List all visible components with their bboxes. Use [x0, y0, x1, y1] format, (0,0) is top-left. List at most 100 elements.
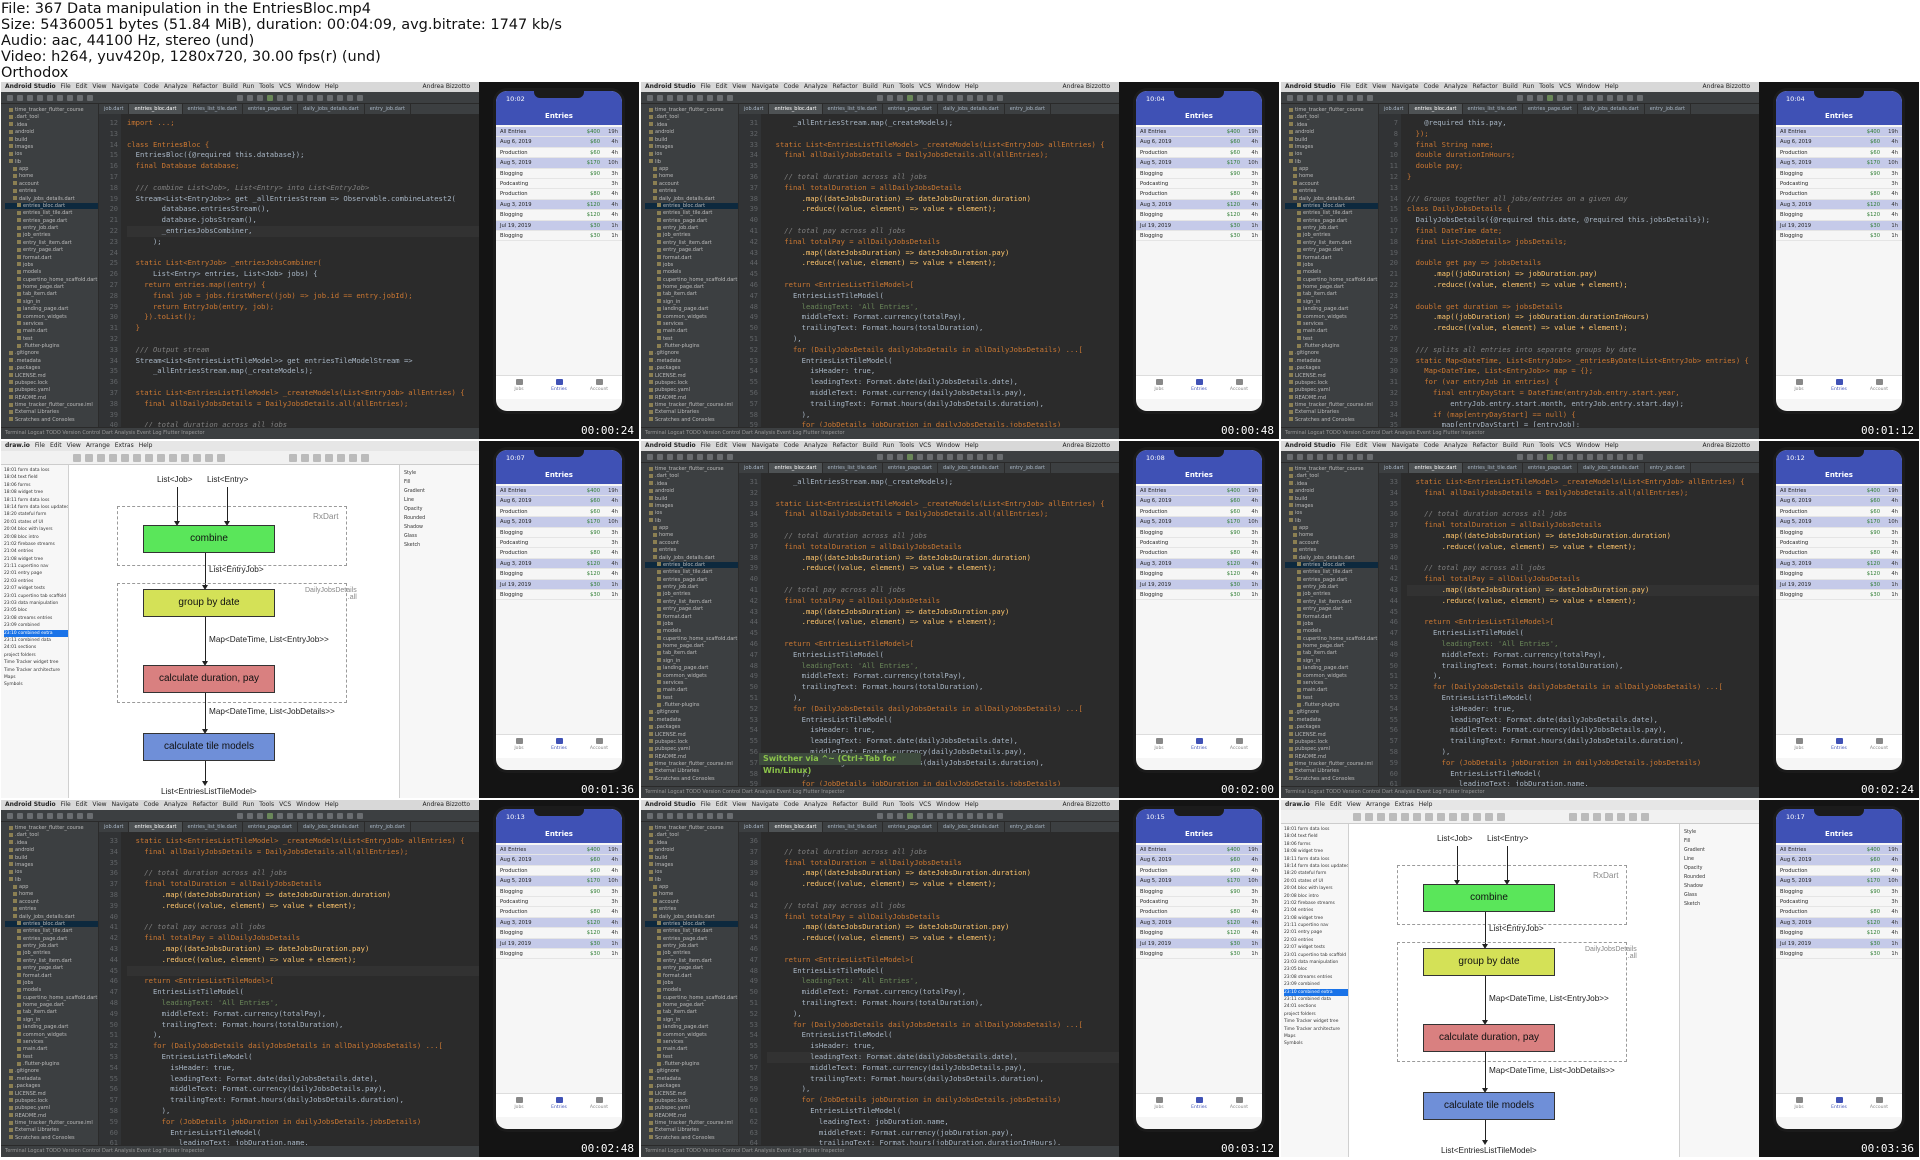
tree-item[interactable]: entries [5, 906, 98, 912]
toolbar-button-icon[interactable] [77, 95, 83, 101]
format-option[interactable]: Gradient [1684, 846, 1755, 855]
page-item[interactable]: Maps [1284, 1033, 1348, 1040]
toolbar-button-icon[interactable] [977, 813, 983, 819]
tree-item[interactable]: test [645, 1054, 738, 1060]
tree-item[interactable]: .idea [5, 122, 98, 128]
toolbar-button-icon[interactable] [337, 95, 343, 101]
menu-item[interactable]: Build [863, 442, 878, 449]
tree-item[interactable]: lib [645, 877, 738, 883]
toolbar-button-icon[interactable] [337, 454, 345, 462]
toolbar-button-icon[interactable] [877, 813, 883, 819]
tree-item[interactable]: entries_page.dart [5, 936, 98, 942]
toolbar-button-icon[interactable] [1389, 813, 1397, 821]
toolbar-button-icon[interactable] [257, 95, 263, 101]
tree-item[interactable]: External Libraries [5, 1127, 98, 1133]
tree-item[interactable]: pubspec.yaml [5, 387, 98, 393]
page-item[interactable]: 23:09 combined [1284, 981, 1348, 988]
page-item[interactable]: 21:04 entries [1284, 907, 1348, 914]
tree-item[interactable]: jobs [645, 621, 738, 627]
entry-row[interactable]: Jul 19, 2019 $30 1h [1776, 579, 1902, 590]
tree-item[interactable]: home_page.dart [1285, 643, 1378, 649]
toolbar-button-icon[interactable] [1317, 454, 1323, 460]
toolbar-button-icon[interactable] [27, 95, 33, 101]
menu-item[interactable]: Analyze [164, 801, 188, 808]
menu-item[interactable]: Tools [899, 83, 914, 90]
tree-item[interactable]: entries_page.dart [5, 218, 98, 224]
tree-item[interactable]: account [645, 181, 738, 187]
entry-row[interactable]: Blogging $90 3h [496, 887, 622, 897]
toolbar-button-icon[interactable] [877, 454, 883, 460]
page-item[interactable]: Time Tracker architecture [1284, 1026, 1348, 1033]
tree-item[interactable]: entries_list_tile.dart [5, 210, 98, 216]
menu-item[interactable]: Window [936, 801, 960, 808]
toolbar-button-icon[interactable] [1641, 813, 1649, 821]
tree-item[interactable]: models [645, 269, 738, 275]
page-item[interactable]: 23:03 data manipulation [4, 600, 68, 607]
toolbar-button-icon[interactable] [347, 813, 353, 819]
code-editor[interactable]: _allEntriesStream.map(_createModels); st… [763, 114, 1119, 427]
tree-item[interactable]: daily_jobs_details.dart [645, 914, 738, 920]
tree-item[interactable]: pubspec.lock [1285, 380, 1378, 386]
page-item[interactable]: 20:08 bloc intro [1284, 893, 1348, 900]
tree-item[interactable]: .flutter-plugins [645, 702, 738, 708]
menu-item[interactable]: Extras [115, 442, 134, 449]
tree-item[interactable]: android [1285, 488, 1378, 494]
page-item[interactable]: Time Tracker widget tree [1284, 1018, 1348, 1025]
menu-item[interactable]: File [701, 83, 711, 90]
tree-item[interactable]: Scratches and Consoles [1285, 776, 1378, 782]
toolbar-button-icon[interactable] [37, 95, 43, 101]
toolbar-button-icon[interactable] [7, 95, 13, 101]
tree-item[interactable]: time_tracker_flutter_course [645, 825, 738, 831]
toolbar-button-icon[interactable] [887, 454, 893, 460]
entry-row[interactable]: Aug 6, 2019 $60 4h [1776, 137, 1902, 148]
page-item[interactable]: 18:20 stateful form [4, 511, 68, 518]
page-item[interactable]: 22:01 entry page [4, 570, 68, 577]
tree-item[interactable]: home_page.dart [645, 284, 738, 290]
entry-row[interactable]: Aug 5, 2019 $170 10h [496, 158, 622, 169]
entry-row[interactable]: Jul 19, 2019 $30 1h [496, 579, 622, 590]
tree-item[interactable]: tab_item.dart [1285, 650, 1378, 656]
toolbar-button-icon[interactable] [47, 95, 53, 101]
tree-item[interactable]: ios [1285, 510, 1378, 516]
menu-item[interactable]: Refactor [193, 801, 218, 808]
editor-tab[interactable]: entry_job.dart [365, 822, 411, 832]
tree-item[interactable]: app [645, 525, 738, 531]
format-option[interactable]: Glass [404, 532, 475, 541]
tree-item[interactable]: home [645, 891, 738, 897]
tree-item[interactable]: LICENSE.md [5, 373, 98, 379]
tree-item[interactable]: models [5, 987, 98, 993]
code-editor[interactable]: static List<EntriesListTileModel> _creat… [1403, 473, 1759, 786]
entry-row[interactable]: Blogging $30 1h [1776, 949, 1902, 960]
tree-item[interactable]: .dart_tool [1285, 114, 1378, 120]
toolbar-button-icon[interactable] [357, 95, 363, 101]
entry-row[interactable]: Blogging $120 4h [496, 569, 622, 580]
page-item[interactable]: 18:01 form data loss [1284, 826, 1348, 833]
tree-item[interactable]: .packages [5, 365, 98, 371]
menu-item[interactable]: File [1341, 83, 1351, 90]
toolbar-button-icon[interactable] [1537, 454, 1543, 460]
toolbar-button-icon[interactable] [647, 95, 653, 101]
toolbar-button-icon[interactable] [1587, 95, 1593, 101]
entry-row[interactable]: All Entries $400 19h [496, 486, 622, 497]
menu-item[interactable]: Window [1576, 442, 1600, 449]
toolbar-button-icon[interactable] [301, 454, 309, 462]
toolbar-button-icon[interactable] [927, 813, 933, 819]
entry-row[interactable]: Podcasting 3h [1136, 179, 1262, 190]
tree-item[interactable]: daily_jobs_details.dart [1285, 555, 1378, 561]
toolbar-button-icon[interactable] [1547, 454, 1553, 460]
entry-row[interactable]: Aug 5, 2019 $170 10h [1136, 876, 1262, 887]
tree-item[interactable]: services [645, 1039, 738, 1045]
editor-tab[interactable]: job.dart [1379, 104, 1410, 114]
toolbar-button-icon[interactable] [727, 95, 733, 101]
page-item[interactable]: 24:01 sections [1284, 1003, 1348, 1010]
toolbar-button-icon[interactable] [717, 454, 723, 460]
tree-item[interactable]: entries [5, 188, 98, 194]
page-item[interactable]: 21:11 cupertino nav [1284, 922, 1348, 929]
editor-tab[interactable]: entries_list_tile.dart [1463, 463, 1523, 473]
tree-item[interactable]: .idea [645, 840, 738, 846]
toolbar-button-icon[interactable] [967, 813, 973, 819]
entry-row[interactable]: Jul 19, 2019 $30 1h [1136, 220, 1262, 231]
editor-tab[interactable]: entries_bloc.dart [769, 463, 823, 473]
entries-tab[interactable]: Entries [544, 379, 574, 392]
toolbar-button-icon[interactable] [1297, 95, 1303, 101]
